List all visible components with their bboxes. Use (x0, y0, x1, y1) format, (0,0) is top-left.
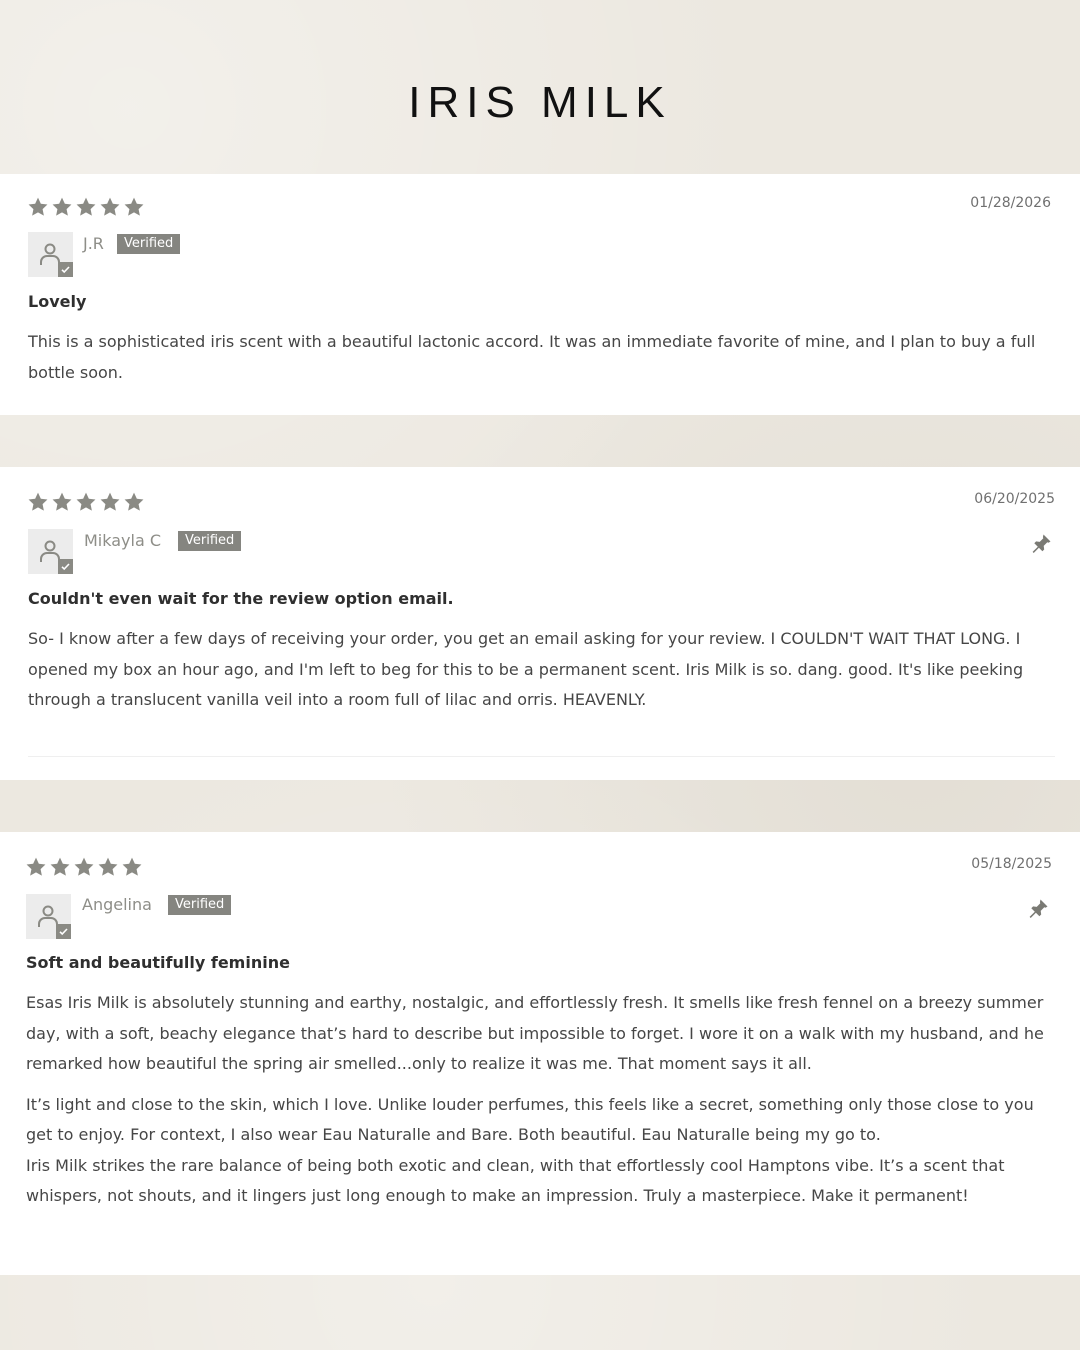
check-icon (56, 924, 71, 939)
review-date: 05/18/2025 (971, 856, 1052, 872)
star-icon (123, 491, 145, 513)
star-rating (27, 491, 145, 513)
star-icon (25, 856, 47, 878)
pin-icon[interactable] (1029, 532, 1053, 556)
page-title: IRIS MILK (408, 78, 672, 127)
verified-badge: Verified (178, 531, 242, 551)
review-paragraph: It’s light and close to the skin, which … (26, 1094, 1034, 1145)
review-paragraph: Esas Iris Milk is absolutely stunning an… (26, 993, 1044, 1073)
divider (28, 756, 1055, 757)
review-title: Soft and beautifully feminine (26, 953, 290, 972)
star-icon (27, 196, 49, 218)
star-icon (97, 856, 119, 878)
star-icon (73, 856, 95, 878)
star-icon (99, 196, 121, 218)
verified-badge: Verified (117, 234, 181, 254)
star-icon (99, 491, 121, 513)
star-icon (75, 196, 97, 218)
review-paragraph: Iris Milk strikes the rare balance of be… (26, 1155, 1005, 1206)
star-rating (25, 856, 143, 878)
verified-badge: Verified (168, 895, 232, 915)
review-author: Angelina (82, 895, 152, 914)
star-icon (51, 196, 73, 218)
review-card: 06/20/2025 Mikayla C Verified Couldn't e… (0, 467, 1080, 780)
review-title: Lovely (28, 292, 87, 311)
check-icon (58, 262, 73, 277)
user-avatar-icon (26, 894, 71, 939)
review-paragraph: This is a sophisticated iris scent with … (28, 332, 1036, 382)
review-author: Mikayla C (84, 531, 162, 550)
review-date: 01/28/2026 (970, 195, 1051, 211)
user-avatar-icon (28, 529, 73, 574)
review-title: Couldn't even wait for the review option… (28, 589, 454, 608)
star-icon (51, 491, 73, 513)
star-icon (27, 491, 49, 513)
star-icon (121, 856, 143, 878)
review-author: J.R (83, 234, 104, 253)
star-icon (49, 856, 71, 878)
review-paragraph: So- I know after a few days of receiving… (28, 629, 1024, 709)
review-body: So- I know after a few days of receiving… (28, 624, 1058, 716)
check-icon (58, 559, 73, 574)
star-rating (27, 196, 145, 218)
star-icon (75, 491, 97, 513)
star-icon (123, 196, 145, 218)
user-avatar-icon (28, 232, 73, 277)
review-card: 01/28/2026 J.R Verified Lovely This is a… (0, 174, 1080, 415)
review-card: 05/18/2025 Angelina Verified Soft and be… (0, 832, 1080, 1275)
review-body: Esas Iris Milk is absolutely stunning an… (26, 988, 1058, 1212)
review-date: 06/20/2025 (974, 491, 1055, 507)
review-body: This is a sophisticated iris scent with … (28, 327, 1058, 388)
pin-icon[interactable] (1026, 897, 1050, 921)
